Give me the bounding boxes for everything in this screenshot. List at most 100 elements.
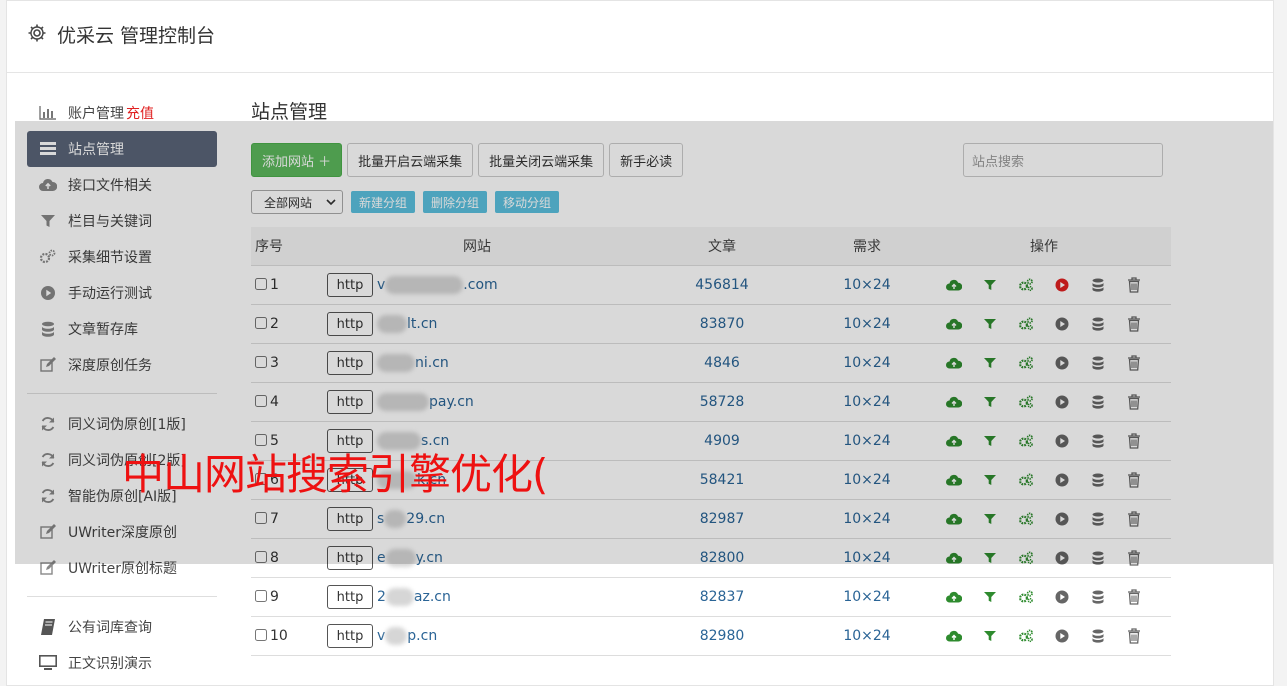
play-circle-icon[interactable] [1051,313,1073,335]
database-icon[interactable] [1087,352,1109,374]
article-count[interactable]: 4909 [627,421,817,461]
sidebar-item[interactable]: UWriter原创标题 [27,550,217,586]
sidebar-item[interactable]: 采集细节设置 [27,239,217,275]
cloud-upload-icon[interactable] [943,508,965,530]
trash-icon[interactable] [1123,313,1145,335]
batch-enable-cloud-button[interactable]: 批量开启云端采集 [347,143,474,177]
filter-icon[interactable] [979,586,1001,608]
cloud-upload-icon[interactable] [943,313,965,335]
row-checkbox[interactable] [255,394,267,407]
row-checkbox[interactable] [255,589,267,602]
trash-icon[interactable] [1123,469,1145,491]
article-count[interactable]: 4846 [627,343,817,383]
cloud-upload-icon[interactable] [943,391,965,413]
sidebar-item[interactable]: UWriter深度原创 [27,514,217,550]
cogs-icon[interactable] [1015,352,1037,374]
filter-icon[interactable] [979,430,1001,452]
filter-icon[interactable] [979,274,1001,296]
trash-icon[interactable] [1123,430,1145,452]
database-icon[interactable] [1087,625,1109,647]
cogs-icon[interactable] [1015,547,1037,569]
demand-value[interactable]: 10×24 [817,343,917,383]
trash-icon[interactable] [1123,391,1145,413]
row-checkbox[interactable] [255,511,267,524]
cloud-upload-icon[interactable] [943,625,965,647]
demand-value[interactable]: 10×24 [817,538,917,578]
cogs-icon[interactable] [1015,586,1037,608]
site-domain-link[interactable]: 2 az.cn [377,587,451,606]
move-group-button[interactable]: 移动分组 [495,191,560,213]
site-domain-link[interactable]: e y.cn [377,548,443,567]
site-domain-link[interactable]: s 29.cn [377,509,445,528]
filter-icon[interactable] [979,313,1001,335]
group-select[interactable]: 全部网站 [251,190,343,214]
row-checkbox[interactable] [255,316,267,329]
sidebar-item[interactable]: 正文识别演示 [27,645,217,681]
cogs-icon[interactable] [1015,430,1037,452]
site-search-input[interactable]: 站点搜索 [963,143,1163,177]
sidebar-item[interactable]: 手动运行测试 [27,275,217,311]
database-icon[interactable] [1087,430,1109,452]
demand-value[interactable]: 10×24 [817,382,917,422]
article-count[interactable]: 82837 [627,577,817,617]
site-domain-link[interactable]: ni.cn [377,353,449,372]
sidebar-item[interactable]: 账户管理 充值 [27,95,217,131]
add-site-button[interactable]: 添加网站 ＋ [251,143,343,177]
filter-icon[interactable] [979,625,1001,647]
delete-group-button[interactable]: 删除分组 [423,191,488,213]
demand-value[interactable]: 10×24 [817,616,917,656]
article-count[interactable]: 82987 [627,499,817,539]
site-domain-link[interactable]: v .com [377,275,498,294]
new-group-button[interactable]: 新建分组 [351,191,416,213]
play-circle-icon[interactable] [1051,430,1073,452]
demand-value[interactable]: 10×24 [817,304,917,344]
demand-value[interactable]: 10×24 [817,460,917,500]
database-icon[interactable] [1087,391,1109,413]
filter-icon[interactable] [979,391,1001,413]
sidebar-item[interactable]: 站点管理 [27,131,217,167]
sidebar-item[interactable]: 深度原创任务 [27,347,217,383]
play-circle-icon[interactable] [1051,391,1073,413]
play-circle-icon[interactable] [1051,586,1073,608]
sidebar-item[interactable]: 接口文件相关 [27,167,217,203]
article-count[interactable]: 83870 [627,304,817,344]
database-icon[interactable] [1087,508,1109,530]
trash-icon[interactable] [1123,508,1145,530]
cogs-icon[interactable] [1015,391,1037,413]
trash-icon[interactable] [1123,625,1145,647]
cogs-icon[interactable] [1015,274,1037,296]
row-checkbox[interactable] [255,550,267,563]
demand-value[interactable]: 10×24 [817,265,917,305]
demand-value[interactable]: 10×24 [817,421,917,461]
sidebar-item[interactable]: 文章暂存库 [27,311,217,347]
cloud-upload-icon[interactable] [943,274,965,296]
database-icon[interactable] [1087,586,1109,608]
database-icon[interactable] [1087,274,1109,296]
site-domain-link[interactable]: pay.cn [377,392,474,411]
trash-icon[interactable] [1123,352,1145,374]
recharge-link[interactable]: 充值 [126,103,154,123]
demand-value[interactable]: 10×24 [817,577,917,617]
article-count[interactable]: 58728 [627,382,817,422]
cogs-icon[interactable] [1015,625,1037,647]
cogs-icon[interactable] [1015,508,1037,530]
article-count[interactable]: 82800 [627,538,817,578]
cloud-upload-icon[interactable] [943,469,965,491]
database-icon[interactable] [1087,313,1109,335]
sidebar-item[interactable]: 公有词库查询 [27,609,217,645]
row-checkbox[interactable] [255,277,267,290]
play-circle-icon[interactable] [1051,469,1073,491]
site-domain-link[interactable]: lt.cn [377,314,437,333]
cloud-upload-icon[interactable] [943,547,965,569]
trash-icon[interactable] [1123,274,1145,296]
cogs-icon[interactable] [1015,469,1037,491]
filter-icon[interactable] [979,469,1001,491]
play-circle-icon[interactable] [1051,547,1073,569]
database-icon[interactable] [1087,547,1109,569]
play-circle-icon[interactable] [1051,352,1073,374]
row-checkbox[interactable] [255,628,267,641]
article-count[interactable]: 456814 [627,265,817,305]
filter-icon[interactable] [979,352,1001,374]
filter-icon[interactable] [979,547,1001,569]
article-count[interactable]: 82980 [627,616,817,656]
